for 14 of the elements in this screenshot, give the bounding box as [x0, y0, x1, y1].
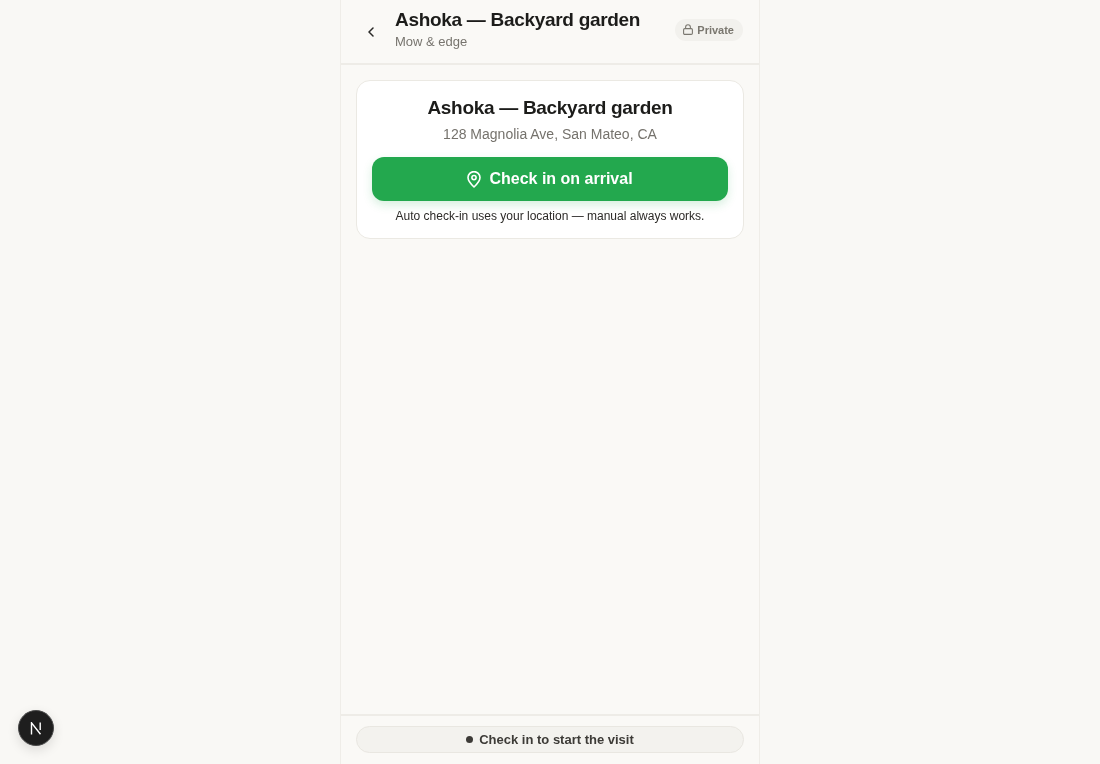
map-pin-icon: [467, 170, 482, 188]
check-in-button[interactable]: Check in on arrival: [372, 157, 728, 201]
status-label: Check in to start the visit: [479, 732, 634, 747]
site-title: Ashoka — Backyard garden: [427, 97, 673, 119]
page-subtitle: Mow & edge: [395, 33, 469, 49]
check-in-note: Auto check-in uses your location — manual always works.: [395, 209, 705, 223]
letter-logo-icon: [30, 721, 42, 735]
floating-logo-button[interactable]: [18, 710, 54, 746]
site-address: 128 Magnolia Ave, San Mateo, CA: [443, 126, 657, 142]
privacy-label: Private: [697, 23, 734, 36]
page-title: Ashoka — Backyard garden: [395, 8, 642, 31]
status-dot-icon: [466, 736, 474, 743]
back-chevron-icon: [368, 26, 374, 37]
lock-icon: [683, 24, 694, 35]
